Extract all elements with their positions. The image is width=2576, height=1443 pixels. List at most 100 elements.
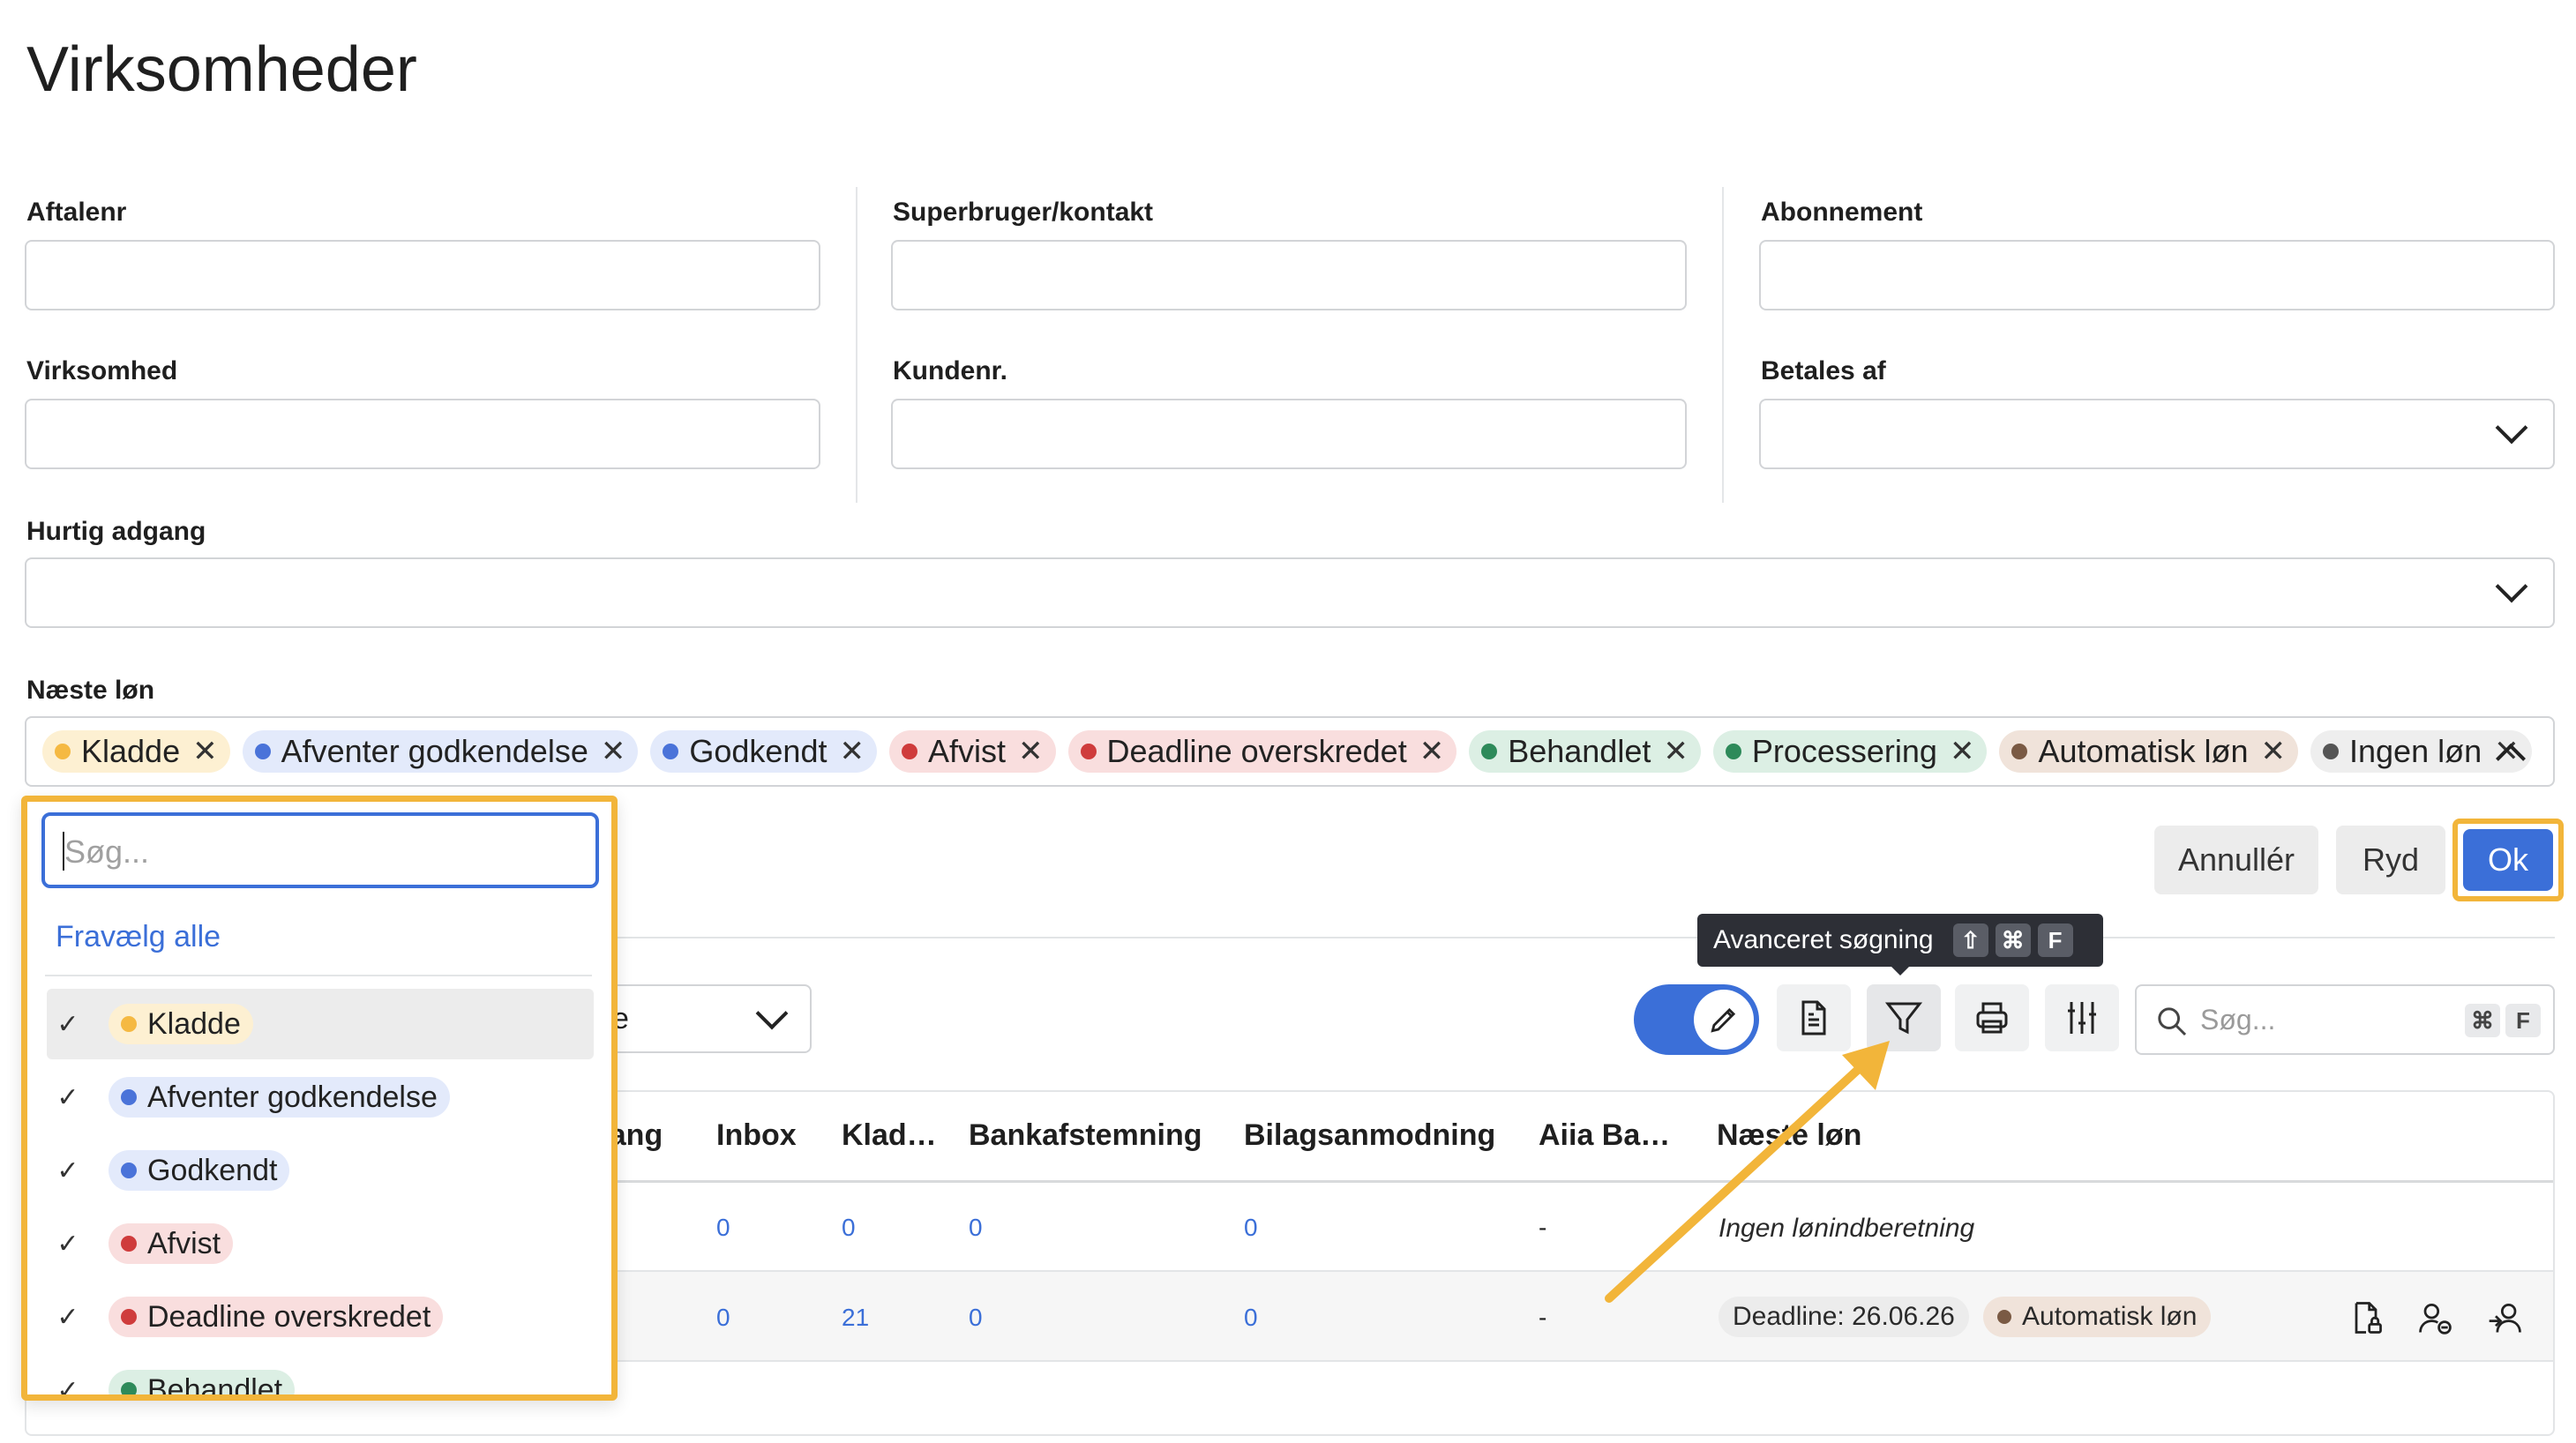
- chevron-down-icon: [2495, 411, 2528, 445]
- row2-bilag[interactable]: 0: [1244, 1304, 1258, 1332]
- check-icon: ✓: [56, 1375, 79, 1401]
- chip-label: Godkendt: [689, 733, 827, 769]
- betales-af-label: Betales af: [1761, 356, 1886, 385]
- check-icon: ✓: [56, 1229, 79, 1259]
- dropdown-option[interactable]: ✓ Deadline overskredet: [47, 1282, 594, 1352]
- toolbar-search-input[interactable]: Søg... ⌘ F: [2135, 984, 2555, 1055]
- status-dot: [121, 1016, 137, 1032]
- option-tag: Behandlet: [109, 1370, 296, 1401]
- chip-deadline-overskredet: Deadline overskredet ✕: [1067, 730, 1457, 773]
- check-icon: ✓: [56, 1082, 79, 1112]
- chip-label: Ingen løn: [2349, 733, 2482, 769]
- remove-chip-icon[interactable]: ✕: [1950, 734, 1975, 769]
- dropdown-option[interactable]: ✓ Godkendt: [47, 1135, 594, 1206]
- remove-chip-icon[interactable]: ✕: [1663, 734, 1689, 769]
- clear-button[interactable]: Ryd: [2336, 826, 2445, 894]
- status-dot: [121, 1163, 137, 1178]
- status-dot: [121, 1089, 137, 1105]
- remove-chip-icon[interactable]: ✕: [1419, 734, 1445, 769]
- dropdown-divider: [45, 975, 592, 976]
- selected-chips: Kladde ✕ Afventer godkendelse ✕ Godkendt ✕ Afv…: [42, 730, 2532, 773]
- f-key: F: [2505, 1004, 2541, 1037]
- status-dot: [55, 744, 71, 759]
- row2-bank[interactable]: 0: [969, 1304, 983, 1332]
- printer-icon: [1976, 1002, 2008, 1034]
- check-icon: ✓: [56, 1155, 79, 1185]
- option-tag: Kladde: [109, 1004, 253, 1044]
- section-divider: [609, 937, 2555, 938]
- column-header-bankafstemning[interactable]: Bankafstemning: [969, 1118, 1202, 1153]
- betales-af-select[interactable]: [1759, 399, 2555, 469]
- shift-key: ⇧: [1952, 923, 1988, 957]
- dropdown-option[interactable]: ✓ Behandlet: [47, 1355, 594, 1401]
- option-label: Afventer godkendelse: [147, 1080, 438, 1114]
- hurtig-adgang-select[interactable]: [25, 557, 2555, 628]
- option-tag: Afventer godkendelse: [109, 1077, 450, 1118]
- column-header-bilagsanmodning[interactable]: Bilagsanmodning: [1244, 1118, 1495, 1153]
- column-header-kladde[interactable]: Klad…: [842, 1118, 937, 1153]
- chip-kladde: Kladde ✕: [42, 730, 230, 773]
- remove-chip-icon[interactable]: ✕: [839, 734, 865, 769]
- dropdown-search-placeholder: Søg...: [64, 834, 150, 870]
- print-button[interactable]: [1955, 984, 2029, 1051]
- dropdown-search-input[interactable]: Søg...: [41, 812, 599, 888]
- page-title: Virksomheder: [26, 34, 417, 105]
- deselect-all-link[interactable]: Fravælg alle: [56, 920, 221, 954]
- chip-label: Automatisk løn: [2038, 733, 2249, 769]
- ok-button[interactable]: Ok: [2463, 829, 2553, 891]
- remove-chip-icon[interactable]: ✕: [1018, 734, 1044, 769]
- column-divider: [856, 187, 857, 503]
- text-cursor: [63, 832, 64, 871]
- cmd-key: ⌘: [1995, 923, 2031, 957]
- status-dot: [121, 1236, 137, 1252]
- dropdown-option[interactable]: ✓ Afventer godkendelse: [47, 1062, 594, 1133]
- hurtig-adgang-label: Hurtig adgang: [26, 517, 206, 546]
- remove-chip-icon[interactable]: ✕: [2261, 734, 2287, 769]
- cmd-key: ⌘: [2465, 1004, 2500, 1037]
- row2-kladde[interactable]: 21: [842, 1304, 869, 1332]
- status-dot: [901, 744, 917, 759]
- option-label: Kladde: [147, 1006, 241, 1041]
- row1-inbox[interactable]: 0: [716, 1214, 730, 1242]
- row1-bank[interactable]: 0: [969, 1214, 983, 1242]
- login-as-user-icon[interactable]: [2486, 1298, 2525, 1337]
- superbruger-input[interactable]: [891, 240, 1687, 310]
- option-tag: Deadline overskredet: [109, 1297, 444, 1337]
- sliders-icon: [2068, 1002, 2096, 1034]
- aftalenr-input[interactable]: [25, 240, 820, 310]
- column-settings-button[interactable]: [2045, 984, 2119, 1051]
- kundenr-input[interactable]: [891, 399, 1687, 469]
- chip-godkendt: Godkendt ✕: [650, 730, 877, 773]
- status-dot: [2323, 744, 2340, 759]
- row1-bilag[interactable]: 0: [1244, 1214, 1258, 1242]
- chip-processering: Processering ✕: [1712, 730, 1988, 773]
- chip-afventer-godkendelse: Afventer godkendelse ✕: [242, 730, 639, 773]
- option-label: Behandlet: [147, 1372, 283, 1401]
- chip-label: Deadline overskredet: [1106, 733, 1407, 769]
- document-lock-icon[interactable]: [2347, 1298, 2385, 1337]
- option-tag: Afvist: [109, 1223, 234, 1264]
- row2-inbox[interactable]: 0: [716, 1304, 730, 1332]
- abonnement-input[interactable]: [1759, 240, 2555, 310]
- naeste-lon-multiselect[interactable]: Kladde ✕ Afventer godkendelse ✕ Godkendt ✕ Afv…: [25, 716, 2555, 787]
- status-dot: [121, 1382, 137, 1394]
- chip-behandlet: Behandlet ✕: [1469, 730, 1701, 773]
- option-tag: Godkendt: [109, 1150, 290, 1191]
- row1-aiia: -: [1539, 1214, 1547, 1241]
- naeste-lon-dropdown: Søg... Fravælg alle ✓ Kladde ✓ Afventer god…: [21, 796, 618, 1401]
- chip-label: Kladde: [81, 733, 181, 769]
- column-header-inbox[interactable]: Inbox: [716, 1118, 797, 1153]
- dropdown-option[interactable]: ✓ Kladde: [47, 989, 594, 1059]
- dropdown-option[interactable]: ✓ Afvist: [47, 1208, 594, 1279]
- chip-label: Afventer godkendelse: [281, 733, 588, 769]
- chip-label: Behandlet: [1508, 733, 1651, 769]
- cancel-button[interactable]: Annullér: [2154, 826, 2318, 894]
- row1-kladde[interactable]: 0: [842, 1214, 856, 1242]
- chip-automatisk-løn: Automatisk løn ✕: [1999, 730, 2299, 773]
- remove-chip-icon[interactable]: ✕: [192, 734, 218, 769]
- virksomhed-input[interactable]: [25, 399, 820, 469]
- status-dot: [1725, 744, 1741, 759]
- remove-chip-icon[interactable]: ✕: [601, 734, 626, 769]
- remove-user-icon[interactable]: [2415, 1298, 2454, 1337]
- status-dot: [1481, 744, 1498, 759]
